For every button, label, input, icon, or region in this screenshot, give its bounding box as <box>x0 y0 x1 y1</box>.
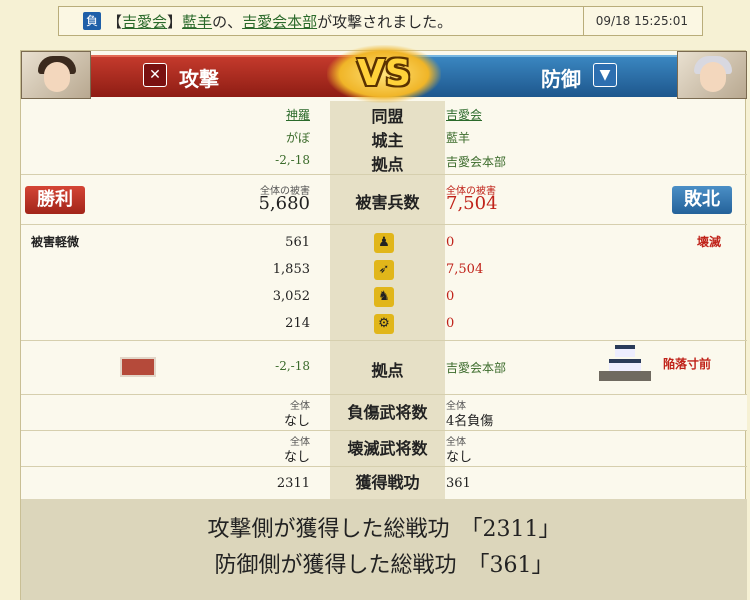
attacker-alliance-link[interactable]: 神羅 <box>286 106 310 123</box>
merit-def: 361 <box>446 476 471 491</box>
merit-atk: 2311 <box>276 476 310 491</box>
unit-losses: 被害軽微 壊滅 561 ♟ 0 1,853 ➶ 7,504 3,052 ♞ 0 … <box>21 225 747 341</box>
spearman-icon: ♟ <box>374 233 394 253</box>
defender-status: 壊滅 <box>697 235 722 249</box>
destroyed-atk: なし <box>283 450 310 465</box>
defender-alliance-link[interactable]: 吉愛会 <box>446 106 482 123</box>
alliance-row: 神羅 同盟 吉愛会 <box>21 103 747 126</box>
archer-icon: ➶ <box>374 260 394 280</box>
destroyed-def: なし <box>446 450 473 465</box>
siege-icon: ⚙ <box>374 314 394 334</box>
defender-lord: 藍羊 <box>446 131 471 145</box>
stronghold-label: 拠点 <box>371 361 404 380</box>
divider <box>583 7 584 35</box>
defender-portrait[interactable] <box>677 51 747 99</box>
notice-text: 】 <box>167 12 183 31</box>
defeat-badge: 負 <box>83 12 101 30</box>
wounded-atk: なし <box>283 414 310 429</box>
alliance-link[interactable]: 吉愛会 <box>122 13 167 31</box>
attacker-lord: がぼ <box>285 131 310 145</box>
unit-atk-loss: 1,853 <box>272 262 310 277</box>
notice-text: の、 <box>212 12 243 31</box>
defender-base: 吉愛会本部 <box>446 155 507 169</box>
battle-header: ✕ 攻撃 ▼ 防御 VS <box>21 45 747 103</box>
vs-emblem: VS <box>327 45 441 103</box>
unit-def-loss: 0 <box>446 289 455 304</box>
attack-label: 攻撃 <box>179 67 219 91</box>
fort-icon <box>120 357 156 377</box>
timestamp: 09/18 15:25:01 <box>595 14 688 28</box>
base-link[interactable]: 吉愛会本部 <box>242 13 317 31</box>
base-label: 拠点 <box>371 155 404 174</box>
wounded-label: 負傷武将数 <box>330 395 445 430</box>
damage-row: 勝利 全体の被害 5,680 被害兵数 全体の被害 7,504 敗北 <box>21 175 747 225</box>
unit-def-loss: 0 <box>446 316 455 331</box>
unit-def-loss: 7,504 <box>446 262 484 277</box>
lord-link[interactable]: 藍羊 <box>182 13 212 31</box>
victory-tag: 勝利 <box>25 186 85 214</box>
alliance-label: 同盟 <box>371 107 404 126</box>
battle-notice: 負 【吉愛会】藍羊の、吉愛会本部が攻撃されました。 09/18 15:25:01 <box>58 6 703 36</box>
defender-merit-summary: 防御側が獲得した総戦功 「361」 <box>214 553 554 578</box>
merit-summary: 攻撃側が獲得した総戦功 「2311」 防御側が獲得した総戦功 「361」 <box>21 499 747 600</box>
stronghold-status: 陥落寸前 <box>663 357 712 371</box>
defense-label: 防御 <box>541 67 581 91</box>
defender-total-damage: 7,504 <box>446 193 498 214</box>
destroyed-label: 壊滅武将数 <box>330 431 445 466</box>
attacker-merit-summary: 攻撃側が獲得した総戦功 「2311」 <box>207 517 561 542</box>
attacker-status: 被害軽微 <box>31 235 80 249</box>
notice-message: 【吉愛会】藍羊の、吉愛会本部が攻撃されました。 <box>107 11 452 32</box>
unit-atk-loss: 214 <box>285 316 310 331</box>
base-row: -2,-18 拠点 吉愛会本部 <box>21 147 747 175</box>
wounded-def: 4名負傷 <box>446 414 494 429</box>
notice-text: 【 <box>107 12 123 31</box>
cavalry-icon: ♞ <box>374 287 394 307</box>
castle-icon <box>599 343 651 381</box>
defeat-tag: 敗北 <box>672 186 732 214</box>
destroyed-row: 全体 なし 壊滅武将数 全体 なし <box>21 431 747 467</box>
notice-text: が攻撃されました。 <box>317 12 453 31</box>
attacker-portrait[interactable] <box>21 51 91 99</box>
merit-label: 獲得戦功 <box>330 467 445 499</box>
damage-label: 被害兵数 <box>355 193 420 212</box>
attacker-total-damage: 5,680 <box>258 193 310 214</box>
merit-row: 2311 獲得戦功 361 <box>21 467 747 499</box>
defender-stronghold: 吉愛会本部 <box>446 361 507 375</box>
attacker-stronghold: -2,-18 <box>275 359 310 373</box>
unit-atk-loss: 3,052 <box>272 289 310 304</box>
wounded-row: 全体 なし 負傷武将数 全体 4名負傷 <box>21 395 747 431</box>
battle-report-panel: ✕ 攻撃 ▼ 防御 VS 神羅 同盟 吉愛会 がぼ 城主 藍羊 -2,-18 拠… <box>20 45 747 600</box>
attacker-base: -2,-18 <box>275 153 310 167</box>
lord-row: がぼ 城主 藍羊 <box>21 125 747 150</box>
shield-icon: ▼ <box>593 63 617 87</box>
unit-def-loss: 0 <box>446 235 455 250</box>
unit-atk-loss: 561 <box>285 235 310 250</box>
crossed-swords-icon: ✕ <box>143 63 167 87</box>
